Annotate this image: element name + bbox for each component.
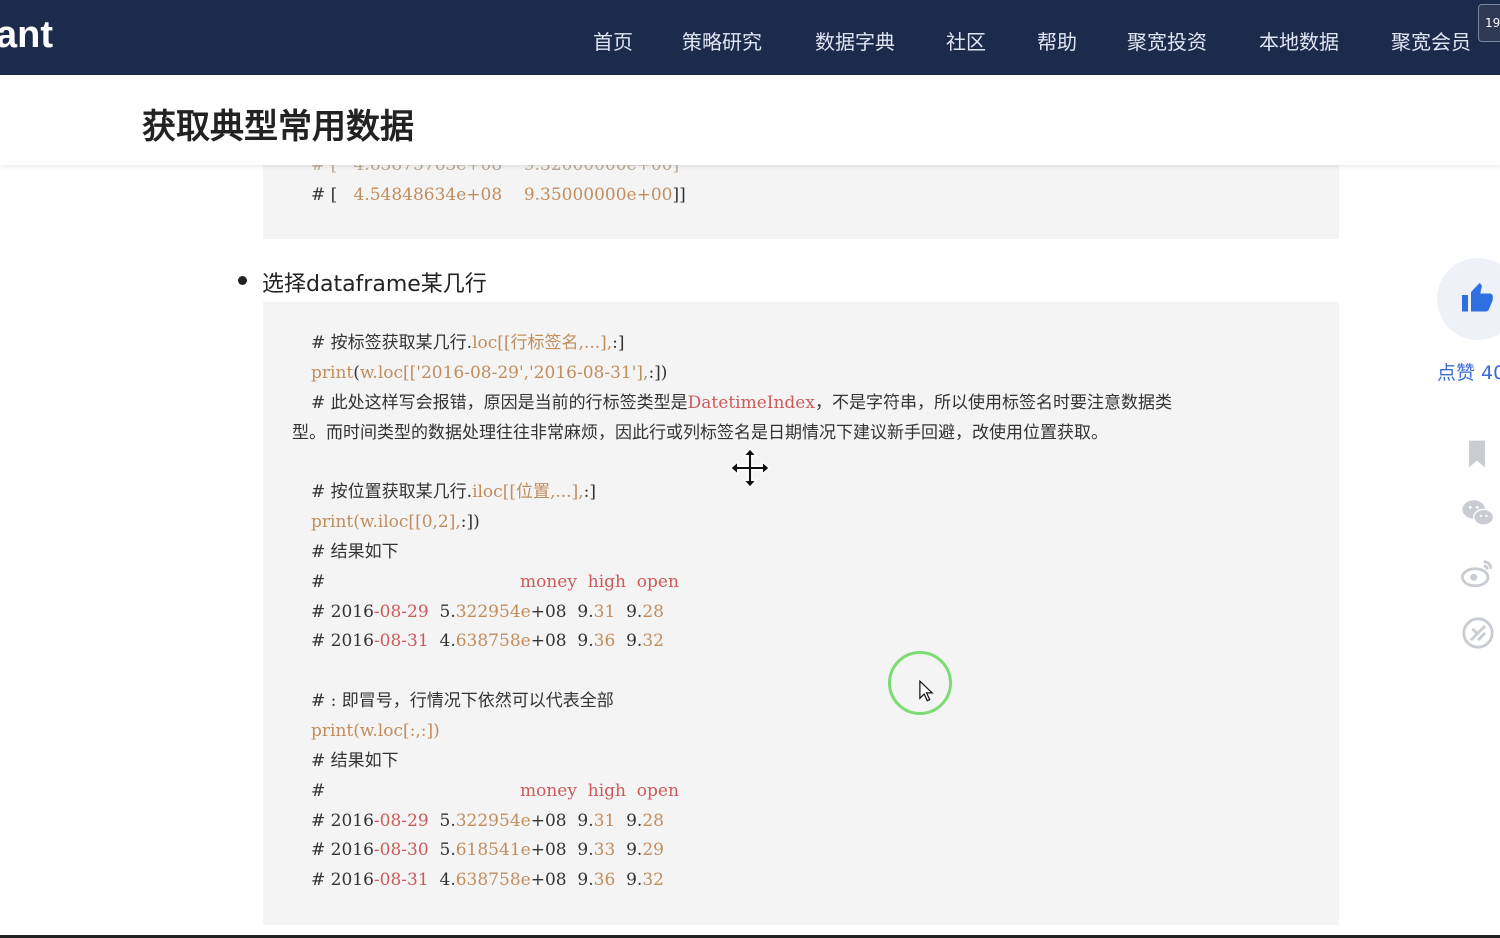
wechat-icon[interactable] [1461, 496, 1495, 530]
bookmark-icon[interactable] [1461, 438, 1493, 470]
code-block-select-rows: # 按标签获取某几行.loc[[行标签名,...],:] print(w.loc… [263, 302, 1339, 925]
code-result-row: # 2016-08-29 5.322954e+08 9.31 9.28 [311, 602, 664, 622]
code-comment-colon: # : 即冒号，行情况下依然可以代表全部 [311, 691, 614, 711]
article-title-bar: 获取典型常用数据 [0, 75, 1500, 165]
corner-badge[interactable]: 19 [1478, 4, 1500, 42]
code-result-header: # money high open [311, 572, 679, 592]
code-note-line2: 型。而时间类型的数据处理往往非常麻烦，因此行或列标签名是日期情况下建议新手回避，… [292, 423, 1108, 443]
nav-item-home[interactable]: 首页 [593, 26, 633, 55]
page-title: 获取典型常用数据 [142, 107, 414, 147]
nav-item-membership[interactable]: 聚宽会员 [1391, 26, 1471, 55]
move-cursor-icon [729, 447, 771, 489]
thumbs-up-icon [1462, 283, 1493, 312]
code-note-line1: # 此处这样写会报错，原因是当前的行标签类型是DatetimeIndex，不是字… [311, 393, 1172, 413]
nav-item-community[interactable]: 社区 [946, 26, 986, 55]
code-print-all: print(w.loc[:,:]) [311, 721, 440, 741]
nav-item-invest[interactable]: 聚宽投资 [1127, 26, 1207, 55]
nav-item-local-data[interactable]: 本地数据 [1259, 26, 1339, 55]
nav-item-help[interactable]: 帮助 [1037, 26, 1077, 55]
bullet-dot [238, 276, 247, 285]
like-button[interactable] [1437, 258, 1500, 340]
top-nav: ant 首页 策略研究 数据字典 社区 帮助 聚宽投资 本地数据 聚宽会员 19 [0, 0, 1500, 75]
code-result-label: # 结果如下 [311, 542, 399, 562]
code-result-label: # 结果如下 [311, 751, 399, 771]
like-count-label[interactable]: 点赞 40 [1437, 358, 1500, 385]
section-bullet-text: 选择dataframe某几行 [262, 272, 487, 297]
code-print-loc: print(w.loc[['2016-08-29','2016-08-31'],… [311, 363, 668, 383]
code-result-header: # money high open [311, 781, 679, 801]
code-result-row: # 2016-08-31 4.638758e+08 9.36 9.32 [311, 631, 664, 651]
code-result-row: # 2016-08-30 5.618541e+08 9.33 9.29 [311, 840, 664, 860]
mouse-pointer-icon [919, 680, 934, 702]
code-print-iloc: print(w.iloc[[0,2],:]) [311, 512, 480, 532]
site-logo[interactable]: ant [0, 14, 53, 57]
code-comment-loc: # 按标签获取某几行.loc[[行标签名,...],:] [311, 333, 625, 353]
code-line: # [ 4.54848634e+08 9.35000000e+00]] [311, 185, 686, 205]
nav-item-dictionary[interactable]: 数据字典 [815, 26, 895, 55]
code-result-row: # 2016-08-29 5.322954e+08 9.31 9.28 [311, 811, 664, 831]
share-icon[interactable] [1461, 616, 1495, 650]
code-comment-iloc: # 按位置获取某几行.iloc[[位置,...],:] [311, 482, 596, 502]
nav-item-strategy[interactable]: 策略研究 [682, 26, 762, 55]
code-result-row: # 2016-08-31 4.638758e+08 9.36 9.32 [311, 870, 664, 890]
weibo-icon[interactable] [1461, 556, 1495, 590]
